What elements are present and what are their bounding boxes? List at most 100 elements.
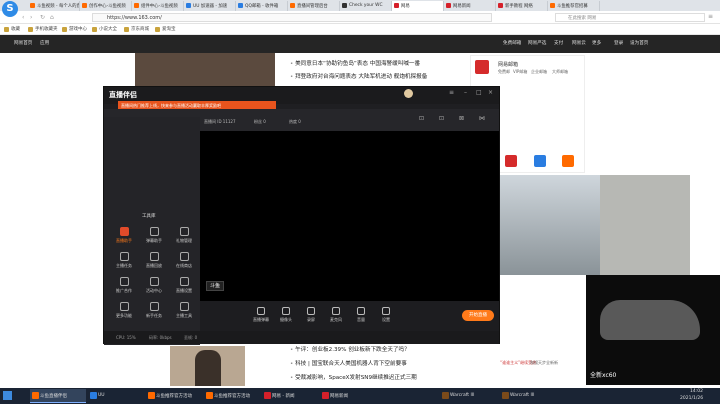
tool-button[interactable]: 活动中心 xyxy=(142,277,166,294)
lock-icon[interactable]: ⊡ xyxy=(439,115,444,122)
tool-button[interactable]: 主播任务 xyxy=(112,252,136,269)
tab-favicon-icon xyxy=(290,3,295,8)
tool-button[interactable]: 主播工具 xyxy=(172,302,196,319)
room-info: 直播间 ID 11127 xyxy=(204,119,236,124)
tool-button[interactable]: 新手任务 xyxy=(142,302,166,319)
promo-link[interactable]: 和搜天步全新新 xyxy=(530,360,558,366)
address-bar[interactable]: https://www.163.com/ xyxy=(92,13,492,22)
promo-image[interactable] xyxy=(600,175,690,275)
browser-tab[interactable]: 网易 xyxy=(392,1,444,11)
promo-image[interactable] xyxy=(500,175,600,275)
tool-button[interactable]: 更多功能 xyxy=(112,302,136,319)
mail-icon[interactable] xyxy=(475,60,489,74)
app-icon[interactable] xyxy=(505,155,517,167)
browser-tab[interactable]: 创作中心-斗鱼视频 xyxy=(80,1,132,11)
taskbar-item[interactable]: Warcraft III xyxy=(500,389,556,403)
danmaku-button[interactable]: 直播弹幕 xyxy=(250,307,272,323)
mail-link[interactable]: 免费邮 xyxy=(498,69,510,75)
tool-button[interactable]: 礼物管理 xyxy=(172,227,196,244)
header-link[interactable]: 登录 xyxy=(614,40,623,46)
browser-tab[interactable]: QQ邮箱 - 收件箱 xyxy=(236,1,288,11)
tool-button[interactable]: 在线商店 xyxy=(172,252,196,269)
mail-link[interactable]: 大师邮箱 xyxy=(552,69,568,75)
browser-tab[interactable]: 新手教程 网络 xyxy=(496,1,548,11)
home-icon[interactable]: ⌂ xyxy=(50,14,54,21)
screen-record-button[interactable]: 录屏 xyxy=(300,307,322,323)
bookmark-item[interactable]: 手机收藏夹 xyxy=(28,26,58,32)
news-headline[interactable]: 午评：创业板2.39% 创业板新下跌全天了吗？ xyxy=(290,345,410,353)
refresh-icon[interactable]: ↻ xyxy=(40,14,45,21)
tab-label: 网易新闻 xyxy=(453,4,471,9)
taskbar-item[interactable]: 斗鱼直播伴侣 xyxy=(30,389,86,403)
tool-button[interactable]: 直播助手 xyxy=(112,227,136,244)
menu-icon[interactable]: ≡ xyxy=(449,89,454,96)
status-text: 码率: 0kbps xyxy=(149,335,172,340)
bookmark-item[interactable]: 京东商城 xyxy=(124,26,149,32)
news-headline[interactable]: 拜登政府对台海问题表态 大陆军机进动 舰炮机探报备 xyxy=(290,72,427,80)
go-live-button[interactable]: 开始直播 xyxy=(462,310,494,321)
tool-button[interactable]: 直播回放 xyxy=(142,252,166,269)
taskbar-item[interactable]: 网易新闻 xyxy=(320,389,376,403)
news-headline[interactable]: 受裁减影响，SpaceX发射SN9继续推迟正式三期 xyxy=(290,373,417,381)
volume-button[interactable]: 音量 xyxy=(350,307,372,323)
mail-link[interactable]: 企业邮箱 xyxy=(531,69,547,75)
news-headline[interactable]: 美同意日本“协助钓鱼岛”表态 中国海警缓叫喊一番 xyxy=(290,59,420,67)
minimize-icon[interactable]: – xyxy=(464,89,467,96)
lock-icon[interactable]: ⊡ xyxy=(419,115,424,122)
tool-button[interactable]: 弹幕助手 xyxy=(142,227,166,244)
header-link[interactable]: 更多 xyxy=(592,40,601,46)
browser-tab[interactable]: 组件中心-斗鱼视频 xyxy=(132,1,184,11)
taskbar-label: Warcraft III xyxy=(510,393,535,398)
browser-tab[interactable]: 直播间管理后台 xyxy=(288,1,340,11)
bookmark-item[interactable]: 爱淘宝 xyxy=(155,26,176,32)
bookmark-item[interactable]: 游戏中心 xyxy=(62,26,87,32)
taskbar-item[interactable]: 斗鱼推荐官方活动 xyxy=(146,389,202,403)
tool-label: 活动中心 xyxy=(146,288,162,293)
header-link[interactable]: 免费邮箱 xyxy=(503,40,521,46)
browser-tab[interactable]: UU 加速器 - 加速 xyxy=(184,1,236,11)
menu-icon[interactable]: ≡ xyxy=(708,13,713,20)
ad-caption: 全新xc60 xyxy=(590,372,617,379)
microphone-button[interactable]: 麦克风 xyxy=(325,307,347,323)
browser-logo-icon[interactable]: S xyxy=(2,1,18,17)
avatar[interactable] xyxy=(404,89,413,98)
browser-tab[interactable]: Check your WC xyxy=(340,1,392,11)
tool-button[interactable]: 推广合作 xyxy=(112,277,136,294)
header-link[interactable]: 支付 xyxy=(554,40,563,46)
browser-tab[interactable]: 网易新闻 xyxy=(444,1,496,11)
news-photo[interactable] xyxy=(135,53,275,86)
notice-banner[interactable]: 直播间热门推荐上线，快来参与直播活动赢取丰厚奖励吧 xyxy=(118,101,276,109)
header-link[interactable]: 设为首页 xyxy=(630,40,648,46)
bookmark-item[interactable]: 收藏 xyxy=(4,26,20,32)
delete-icon[interactable]: ⊠ xyxy=(459,115,464,122)
microphone-icon xyxy=(332,307,340,315)
start-icon[interactable] xyxy=(3,391,12,400)
back-icon[interactable]: ‹ xyxy=(22,14,24,21)
header-link[interactable]: 应用 xyxy=(40,40,49,46)
mail-link[interactable]: VIP邮箱 xyxy=(513,69,527,75)
taskbar-item[interactable]: Warcraft III xyxy=(440,389,496,403)
app-icon[interactable] xyxy=(562,155,574,167)
maximize-icon[interactable]: □ xyxy=(476,89,482,96)
browser-tab[interactable]: 斗鱼推荐官招募 xyxy=(548,1,600,11)
taskbar-item[interactable]: 斗鱼推荐官方活动 xyxy=(204,389,260,403)
forward-icon[interactable]: › xyxy=(30,14,32,21)
taskbar-item[interactable]: 网易 - 新闻 xyxy=(262,389,318,403)
bookmark-item[interactable]: 小说大全 xyxy=(92,26,117,32)
control-label: 麦克风 xyxy=(330,317,342,322)
browser-tab[interactable]: 斗鱼视频 - 每个人的直 xyxy=(28,1,80,11)
close-icon[interactable]: × xyxy=(488,89,493,96)
header-link[interactable]: 网易云 xyxy=(572,40,586,46)
header-link[interactable]: 网易严选 xyxy=(528,40,546,46)
header-link[interactable]: 网易首页 xyxy=(14,40,32,46)
tool-button[interactable]: 直播设置 xyxy=(172,277,196,294)
news-headline[interactable]: 科技 | 国宝联合天人美国机器人背下空前要事 xyxy=(290,359,407,367)
share-icon[interactable]: ⋈ xyxy=(479,115,485,122)
streaming-app-window: 直播伴侣 ≡ – □ × 直播间热门推荐上线，快来参与直播活动赢取丰厚奖励吧 直… xyxy=(103,86,500,345)
settings-button[interactable]: 设置 xyxy=(375,307,397,323)
video-preview[interactable]: 斗鱼 xyxy=(200,131,499,311)
search-input[interactable]: 在此搜索 网易 xyxy=(555,13,705,22)
camera-button[interactable]: 摄像头 xyxy=(275,307,297,323)
taskbar-item[interactable]: UU xyxy=(88,389,144,403)
app-icon[interactable] xyxy=(534,155,546,167)
